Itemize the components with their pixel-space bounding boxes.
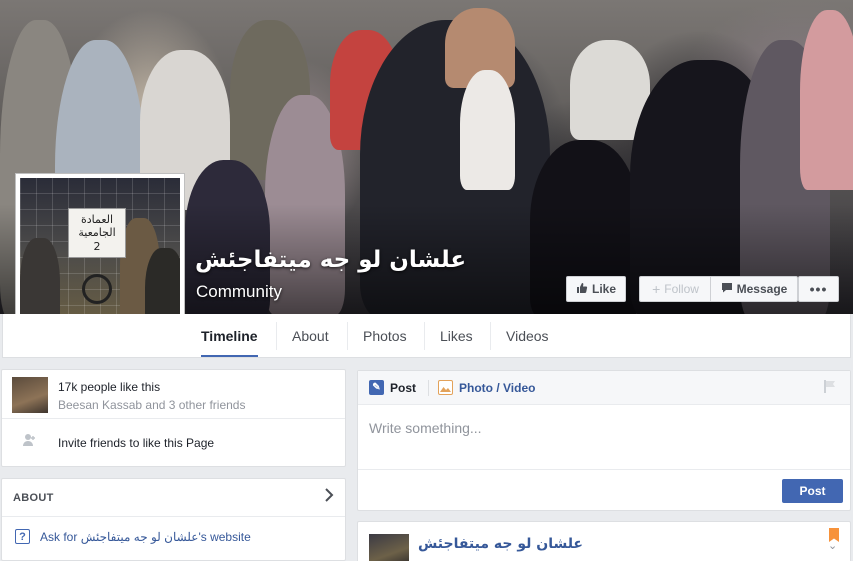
tab-divider (276, 322, 277, 350)
profile-sign-board: العمادة الجامعية 2 (68, 208, 126, 258)
plus-icon: + (652, 281, 661, 297)
thumbs-up-icon (576, 282, 588, 297)
cover-crowd-figure (800, 10, 853, 190)
about-header[interactable]: ABOUT (2, 479, 345, 517)
chat-bubble-icon (721, 282, 733, 296)
composer-tab-post-label: Post (390, 380, 417, 395)
follow-button-label: Follow (664, 282, 699, 296)
chevron-down-icon[interactable]: ⌄ (828, 539, 837, 552)
story-options[interactable]: ⌄ (828, 528, 839, 552)
story-author-avatar[interactable] (369, 534, 409, 561)
add-friend-icon (22, 433, 36, 450)
tab-about[interactable]: About (292, 314, 329, 357)
message-button[interactable]: Message (710, 276, 798, 302)
ask-for-website-link[interactable]: Ask for علشان لو جه ميتفاجئش's website (40, 530, 251, 544)
post-composer: ✎ Post Photo / Video Write something... … (357, 370, 851, 511)
page-category[interactable]: Community (196, 282, 282, 302)
composer-tab-photo-video[interactable]: Photo / Video (438, 380, 535, 395)
tab-divider (347, 322, 348, 350)
more-options-button[interactable]: ••• (798, 276, 839, 302)
about-card: ABOUT ? Ask for علشان لو جه ميتفاجئش's w… (1, 478, 346, 561)
ellipsis-icon: ••• (809, 281, 828, 297)
feed-story: علشان لو جه ميتفاجئش ⌄ (357, 521, 851, 561)
post-button[interactable]: Post (782, 479, 843, 503)
sign-text-line: 2 (93, 239, 101, 253)
sign-text-line: العمادة (80, 213, 114, 227)
tab-divider (490, 322, 491, 350)
page-nav-tabs: Timeline About Photos Likes Videos (2, 314, 851, 358)
photo-icon (438, 380, 453, 395)
friends-who-like[interactable]: Beesan Kassab and 3 other friends (58, 398, 245, 412)
tab-likes[interactable]: Likes (440, 314, 473, 357)
likes-count[interactable]: 17k people like this (58, 380, 160, 394)
likes-summary[interactable]: 17k people like this Beesan Kassab and 3… (2, 370, 345, 419)
page-name[interactable]: علشان لو جه ميتفاجئش (195, 247, 466, 273)
invite-friends-label: Invite friends to like this Page (58, 436, 215, 450)
sign-text-line: الجامعية (78, 226, 116, 240)
question-mark-icon: ? (15, 529, 30, 544)
likes-card: 17k people like this Beesan Kassab and 3… (1, 369, 346, 467)
profile-cart-wheel (82, 274, 112, 304)
follow-button[interactable]: + Follow (639, 276, 711, 302)
tab-timeline[interactable]: Timeline (201, 314, 258, 357)
chevron-right-icon[interactable] (324, 488, 334, 507)
cover-crowd-figure (460, 70, 515, 190)
invite-friends-row[interactable]: Invite friends to like this Page (2, 419, 345, 467)
like-button[interactable]: Like (566, 276, 626, 302)
status-input[interactable]: Write something... (369, 420, 482, 436)
friend-avatar[interactable] (12, 377, 48, 413)
tab-videos[interactable]: Videos (506, 314, 549, 357)
pencil-icon: ✎ (369, 380, 384, 395)
composer-tabs: ✎ Post Photo / Video (358, 371, 850, 405)
tab-divider (424, 322, 425, 350)
like-button-label: Like (591, 282, 616, 296)
composer-tab-photo-label: Photo / Video (459, 380, 536, 395)
story-author-name[interactable]: علشان لو جه ميتفاجئش (418, 536, 583, 552)
flag-icon[interactable] (824, 380, 836, 396)
composer-footer: Post (358, 469, 850, 511)
tab-photos[interactable]: Photos (363, 314, 407, 357)
composer-tab-divider (428, 380, 429, 396)
about-title: ABOUT (13, 492, 54, 504)
composer-tab-post[interactable]: ✎ Post (369, 380, 416, 395)
message-button-label: Message (736, 282, 788, 296)
